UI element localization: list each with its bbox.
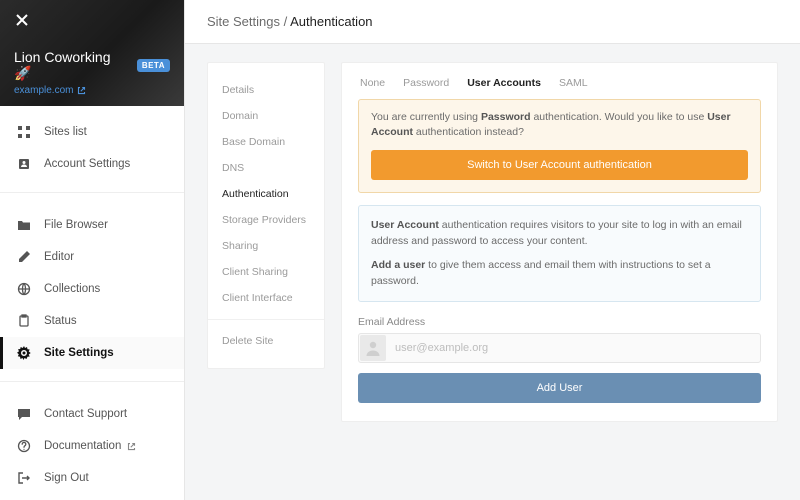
gear-icon — [16, 345, 32, 361]
globe-icon — [16, 281, 32, 297]
external-link-icon — [77, 86, 86, 95]
site-domain-link[interactable]: example.com — [14, 85, 170, 96]
subnav-base-domain[interactable]: Base Domain — [208, 129, 324, 155]
switch-auth-notice: You are currently using Password authent… — [358, 99, 761, 193]
subnav-delete-site[interactable]: Delete Site — [208, 328, 324, 354]
help-icon — [16, 438, 32, 454]
pencil-icon — [16, 249, 32, 265]
nav-site-settings[interactable]: Site Settings — [0, 337, 184, 369]
subnav-storage-providers[interactable]: Storage Providers — [208, 207, 324, 233]
nav-collections[interactable]: Collections — [0, 273, 184, 305]
breadcrumb: Site Settings / Authentication — [185, 0, 800, 44]
close-button[interactable] — [12, 10, 32, 30]
subnav-dns[interactable]: DNS — [208, 155, 324, 181]
nav-documentation[interactable]: Documentation — [0, 430, 184, 462]
user-icon — [16, 156, 32, 172]
clipboard-icon — [16, 313, 32, 329]
email-input[interactable] — [387, 335, 760, 361]
sidebar: Lion Coworking 🚀 BETA example.com Sites … — [0, 0, 185, 500]
email-label: Email Address — [358, 316, 761, 328]
switch-auth-button[interactable]: Switch to User Account authentication — [371, 150, 748, 180]
nav-status[interactable]: Status — [0, 305, 184, 337]
settings-subnav: Details Domain Base Domain DNS Authentic… — [207, 62, 325, 369]
beta-badge: BETA — [137, 59, 170, 72]
avatar-placeholder-icon — [360, 335, 386, 361]
subnav-authentication[interactable]: Authentication — [208, 181, 324, 207]
hero: Lion Coworking 🚀 BETA example.com — [0, 0, 184, 106]
breadcrumb-root[interactable]: Site Settings — [207, 14, 280, 29]
site-title: Lion Coworking 🚀 — [14, 49, 131, 82]
tab-password[interactable]: Password — [403, 77, 449, 89]
nav-file-browser[interactable]: File Browser — [0, 209, 184, 241]
tab-saml[interactable]: SAML — [559, 77, 588, 89]
nav-footer: Contact Support Documentation Sign Out — [0, 388, 184, 500]
grid-icon — [16, 124, 32, 140]
nav-editor[interactable]: Editor — [0, 241, 184, 273]
nav-account-settings[interactable]: Account Settings — [0, 148, 184, 180]
nav-contact-support[interactable]: Contact Support — [0, 398, 184, 430]
add-user-button[interactable]: Add User — [358, 373, 761, 403]
subnav-domain[interactable]: Domain — [208, 103, 324, 129]
nav-sites-list[interactable]: Sites list — [0, 116, 184, 148]
breadcrumb-current: Authentication — [290, 14, 372, 29]
chat-icon — [16, 406, 32, 422]
email-field-row — [358, 333, 761, 363]
settings-panel: None Password User Accounts SAML You are… — [341, 62, 778, 422]
sign-out-icon — [16, 470, 32, 486]
external-link-icon — [127, 442, 136, 451]
subnav-client-interface[interactable]: Client Interface — [208, 285, 324, 311]
auth-tabs: None Password User Accounts SAML — [358, 77, 761, 99]
subnav-sharing[interactable]: Sharing — [208, 233, 324, 259]
nav-primary: Sites list Account Settings — [0, 106, 184, 186]
tab-none[interactable]: None — [360, 77, 385, 89]
nav-sign-out[interactable]: Sign Out — [0, 462, 184, 494]
user-account-info: User Account authentication requires vis… — [358, 205, 761, 302]
nav-site: File Browser Editor Collections Status S… — [0, 199, 184, 375]
subnav-client-sharing[interactable]: Client Sharing — [208, 259, 324, 285]
main: Site Settings / Authentication Details D… — [185, 0, 800, 500]
site-domain: example.com — [14, 85, 73, 96]
subnav-details[interactable]: Details — [208, 77, 324, 103]
tab-user-accounts[interactable]: User Accounts — [467, 77, 541, 89]
notice-text: You are currently using Password authent… — [371, 110, 748, 140]
folder-icon — [16, 217, 32, 233]
